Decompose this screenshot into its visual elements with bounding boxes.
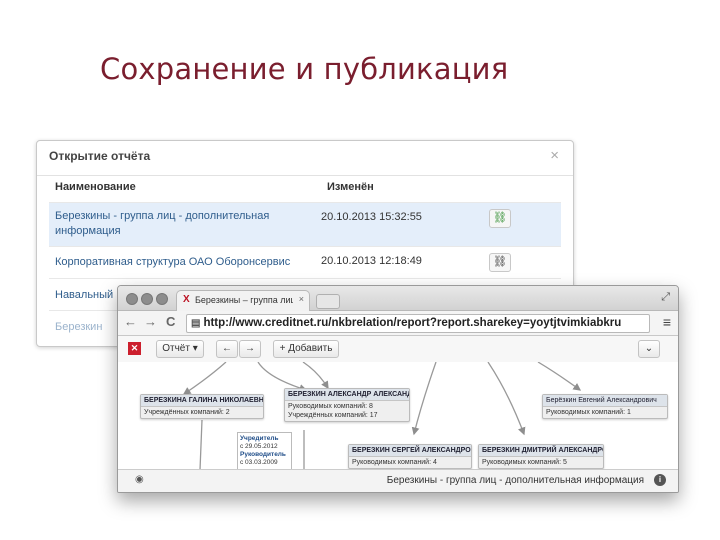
graph-edge (257, 362, 308, 392)
note-role: Учредитель (240, 435, 279, 442)
relation-tooltip: Учредитель с 29.05.2012 Руководитель с 0… (237, 432, 292, 470)
graph-node[interactable]: Берёзкин Евгений Александрович Руководим… (542, 394, 668, 419)
graph-edge (487, 362, 526, 436)
info-icon[interactable]: i (654, 474, 666, 486)
node-title: Берёзкин Евгений Александрович (543, 395, 667, 407)
address-bar[interactable]: ▤ http://www.creditnet.ru/nkbrelation/rep… (186, 314, 650, 333)
report-date: 20.10.2013 15:32:55 (321, 211, 422, 223)
close-icon[interactable]: × (550, 147, 559, 164)
menu-icon[interactable]: ≡ (663, 314, 671, 330)
fullscreen-icon[interactable]: ⤢ (661, 291, 670, 304)
node-stat: Учреждённых компаний: 2 (144, 409, 230, 416)
undo-arrow-icon[interactable]: ← (216, 340, 238, 358)
node-stat: Учреждённых компаний: 17 (288, 412, 378, 419)
close-window-button[interactable] (126, 293, 138, 305)
app-toolbar: ✕ Отчёт ▾ ← → + Добавить ⌄ (118, 336, 678, 363)
report-date: 20.10.2013 12:18:49 (321, 255, 422, 267)
url-text: http://www.creditnet.ru/nkbrelation/repo… (203, 317, 622, 329)
report-name[interactable]: Березкины - группа лиц - дополнительная … (55, 209, 275, 239)
page-icon: ▤ (191, 318, 201, 329)
maximize-window-button[interactable] (156, 293, 168, 305)
dialog-header: Открытие отчёта × (37, 141, 573, 176)
graph-edge (302, 362, 329, 390)
graph-node[interactable]: БЕРЕЗКИН АЛЕКСАНДР АЛЕКСАНДРОВИЧ Руковод… (284, 388, 410, 422)
node-stat: Руководимых компаний: 1 (546, 409, 631, 416)
tab-strip: X Березкины – группа лиц × ⤢ (118, 286, 678, 311)
table-row[interactable]: Корпоративная структура ОАО Оборонсервис… (49, 246, 561, 279)
graph-node[interactable]: БЕРЕЗКИН СЕРГЕЙ АЛЕКСАНДРОВИЧ Руководимы… (348, 444, 472, 469)
note-date: с 03.03.2009 (240, 459, 278, 466)
app-logo: ✕ (128, 342, 141, 355)
eye-icon[interactable]: ◉ (135, 474, 144, 485)
report-name[interactable]: Корпоративная структура ОАО Оборонсервис (55, 255, 315, 270)
minimize-window-button[interactable] (141, 293, 153, 305)
node-stat: Руководимых компаний: 5 (482, 459, 567, 466)
graph-node[interactable]: БЕРЕЗКИН ДМИТРИЙ АЛЕКСАНДРОВИЧ Руководим… (478, 444, 604, 469)
column-header-modified: Изменён (327, 181, 374, 193)
dialog-title: Открытие отчёта (49, 149, 151, 163)
graph-edge (199, 419, 203, 470)
reload-icon[interactable]: C (166, 314, 175, 329)
tab-close-icon[interactable]: × (299, 294, 304, 304)
share-link-icon[interactable]: ⛓ (489, 209, 511, 228)
node-title: БЕРЕЗКИН АЛЕКСАНДР АЛЕКСАНДРОВИЧ (285, 389, 409, 401)
new-tab-button[interactable] (316, 294, 340, 309)
note-date: с 29.05.2012 (240, 443, 278, 450)
table-row[interactable]: Березкины - группа лиц - дополнительная … (49, 202, 561, 247)
forward-icon[interactable]: → (144, 314, 157, 329)
note-role: Руководитель (240, 451, 286, 458)
tab-title: Березкины – группа лиц (195, 295, 293, 305)
navigation-bar: ← → C ▤ http://www.creditnet.ru/nkbrelati… (118, 311, 678, 336)
slide-title: Сохранение и публикация (100, 52, 509, 86)
browser-tab[interactable]: X Березкины – группа лиц × (176, 290, 310, 311)
status-report-name: Березкины - группа лиц - дополнительная … (386, 475, 644, 486)
add-button[interactable]: + Добавить (273, 340, 339, 358)
node-stat: Руководимых компаний: 8 (288, 403, 373, 410)
node-stat: Руководимых компаний: 4 (352, 459, 437, 466)
graph-edge (182, 362, 227, 395)
graph-node[interactable]: БЕРЕЗКИНА ГАЛИНА НИКОЛАЕВНА Учреждённых … (140, 394, 264, 419)
node-title: БЕРЕЗКИНА ГАЛИНА НИКОЛАЕВНА (141, 395, 263, 407)
status-bar: ◉ Березкины - группа лиц - дополнительна… (118, 469, 678, 492)
column-header-name: Наименование (55, 181, 136, 193)
favicon-icon: X (183, 294, 190, 305)
node-title: БЕРЕЗКИН СЕРГЕЙ АЛЕКСАНДРОВИЧ (349, 445, 471, 457)
report-menu-button[interactable]: Отчёт ▾ (156, 340, 204, 358)
node-title: БЕРЕЗКИН ДМИТРИЙ АЛЕКСАНДРОВИЧ (479, 445, 603, 457)
graph-edge (537, 362, 582, 391)
share-link-icon[interactable]: ⛓ (489, 253, 511, 272)
graph-canvas[interactable]: БЕРЕЗКИНА ГАЛИНА НИКОЛАЕВНА Учреждённых … (118, 362, 678, 470)
back-icon[interactable]: ← (124, 314, 137, 329)
chevron-down-icon[interactable]: ⌄ (638, 340, 660, 358)
browser-window: X Березкины – группа лиц × ⤢ ← → C ▤ http… (117, 285, 679, 493)
redo-arrow-icon[interactable]: → (239, 340, 261, 358)
graph-edge (411, 362, 437, 436)
